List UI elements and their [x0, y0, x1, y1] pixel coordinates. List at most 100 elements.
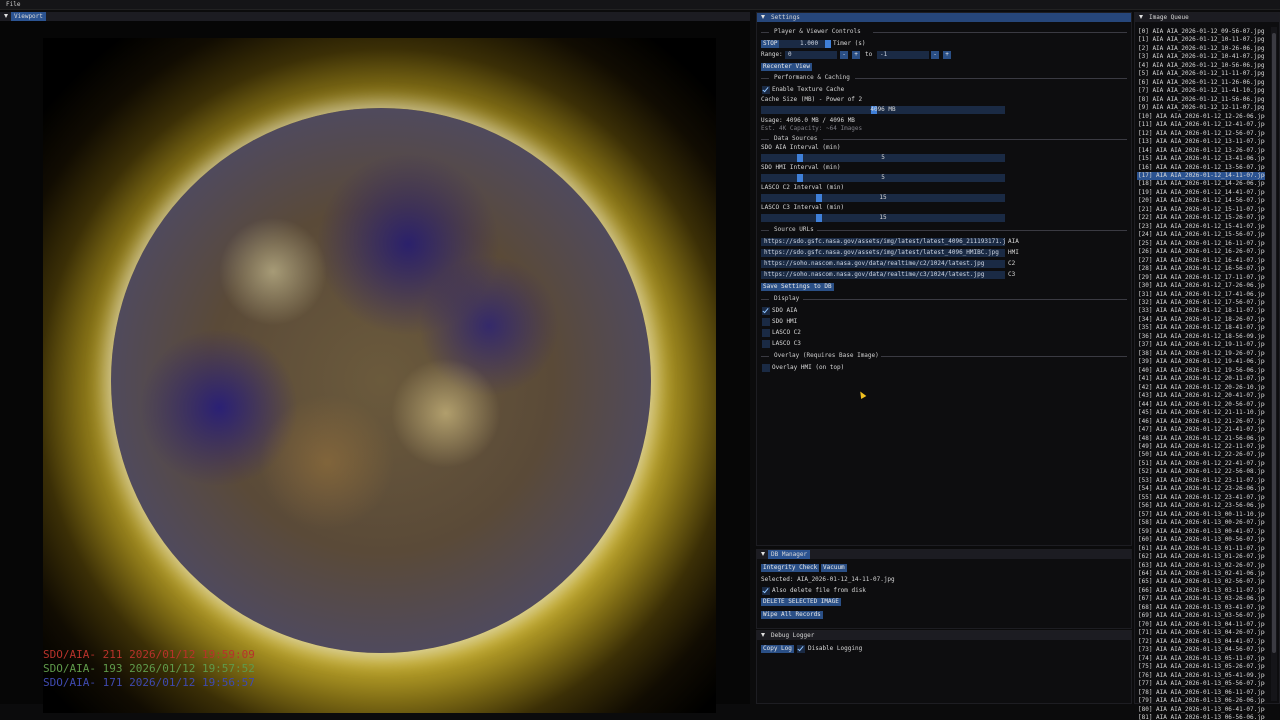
aia-interval-slider[interactable]: 5	[761, 154, 1005, 162]
queue-item[interactable]: [80] AIA AIA_2026-01-13_06-41-07.jpg	[1137, 706, 1265, 714]
wipe-records-button[interactable]: Wipe All Records	[761, 611, 823, 619]
queue-item[interactable]: [50] AIA AIA_2026-01-12_22-26-07.jpg	[1137, 451, 1265, 459]
queue-item[interactable]: [76] AIA AIA_2026-01-13_05-41-09.jpg	[1137, 672, 1265, 680]
range-to-plus-button[interactable]: +	[943, 51, 951, 59]
queue-item[interactable]: [21] AIA AIA_2026-01-12_15-11-07.jpg	[1137, 206, 1265, 214]
queue-item[interactable]: [7] AIA AIA_2026-01-12_11-41-10.jpg	[1137, 87, 1265, 95]
queue-item[interactable]: [20] AIA AIA_2026-01-12_14-56-07.jpg	[1137, 197, 1265, 205]
data-sources-header[interactable]: Data Sources	[761, 135, 1127, 143]
hmi-interval-slider[interactable]: 5	[761, 174, 1005, 182]
queue-item[interactable]: [75] AIA AIA_2026-01-13_05-26-07.jpg	[1137, 663, 1265, 671]
queue-item[interactable]: [33] AIA AIA_2026-01-12_18-11-07.jpg	[1137, 307, 1265, 315]
cache-size-slider[interactable]: 4096 MB	[761, 106, 1005, 114]
queue-item[interactable]: [6] AIA AIA_2026-01-12_11-26-06.jpg	[1137, 79, 1265, 87]
queue-item[interactable]: [14] AIA AIA_2026-01-12_13-26-07.jpg	[1137, 147, 1265, 155]
queue-item[interactable]: [45] AIA AIA_2026-01-12_21-11-10.jpg	[1137, 409, 1265, 417]
range-from-plus-button[interactable]: +	[852, 51, 860, 59]
queue-item[interactable]: [59] AIA AIA_2026-01-13_00-41-07.jpg	[1137, 528, 1265, 536]
timer-input[interactable]: 1.000	[779, 40, 829, 48]
queue-item[interactable]: [18] AIA AIA_2026-01-12_14-26-06.jpg	[1137, 180, 1265, 188]
queue-item[interactable]: [60] AIA AIA_2026-01-13_00-56-07.jpg	[1137, 536, 1265, 544]
range-to-minus-button[interactable]: -	[931, 51, 939, 59]
queue-item[interactable]: [34] AIA AIA_2026-01-12_18-26-07.jpg	[1137, 316, 1265, 324]
lasco-c2-checkbox[interactable]	[762, 329, 770, 337]
queue-item[interactable]: [38] AIA AIA_2026-01-12_19-26-07.jpg	[1137, 350, 1265, 358]
integrity-check-button[interactable]: Integrity Check	[761, 564, 820, 572]
queue-item[interactable]: [65] AIA AIA_2026-01-13_02-56-07.jpg	[1137, 578, 1265, 586]
queue-item[interactable]: [25] AIA AIA_2026-01-12_16-11-07.jpg	[1137, 240, 1265, 248]
c2-interval-slider[interactable]: 15	[761, 194, 1005, 202]
queue-item[interactable]: [37] AIA AIA_2026-01-12_19-11-07.jpg	[1137, 341, 1265, 349]
queue-item[interactable]: [55] AIA AIA_2026-01-12_23-41-07.jpg	[1137, 494, 1265, 502]
delete-selected-button[interactable]: DELETE SELECTED IMAGE	[761, 598, 841, 606]
queue-item[interactable]: [13] AIA AIA_2026-01-12_13-11-07.jpg	[1137, 138, 1265, 146]
lasco-c3-checkbox[interactable]	[762, 340, 770, 348]
collapse-arrow-icon[interactable]	[761, 552, 765, 556]
source-urls-header[interactable]: Source URLs	[761, 226, 1127, 234]
queue-item[interactable]: [24] AIA AIA_2026-01-12_15-56-07.jpg	[1137, 231, 1265, 239]
queue-item[interactable]: [52] AIA AIA_2026-01-12_22-56-08.jpg	[1137, 468, 1265, 476]
queue-item[interactable]: [79] AIA AIA_2026-01-13_06-26-06.jpg	[1137, 697, 1265, 705]
db-manager-titlebar[interactable]: DB Manager	[757, 550, 1131, 559]
c3-url-input[interactable]: https://soho.nascom.nasa.gov/data/realti…	[761, 271, 1005, 279]
queue-item[interactable]: [4] AIA AIA_2026-01-12_10-56-06.jpg	[1137, 62, 1265, 70]
sdo-hmi-checkbox[interactable]	[762, 318, 770, 326]
collapse-arrow-icon[interactable]	[1139, 15, 1143, 19]
sdo-aia-checkbox[interactable]	[762, 307, 770, 315]
queue-item[interactable]: [63] AIA AIA_2026-01-13_02-26-07.jpg	[1137, 562, 1265, 570]
queue-item[interactable]: [68] AIA AIA_2026-01-13_03-41-07.jpg	[1137, 604, 1265, 612]
collapse-arrow-icon[interactable]	[761, 633, 765, 637]
queue-item[interactable]: [56] AIA AIA_2026-01-12_23-56-06.jpg	[1137, 502, 1265, 510]
overlay-header[interactable]: Overlay (Requires Base Image)	[761, 352, 1127, 360]
queue-item[interactable]: [51] AIA AIA_2026-01-12_22-41-07.jpg	[1137, 460, 1265, 468]
queue-item[interactable]: [74] AIA AIA_2026-01-13_05-11-07.jpg	[1137, 655, 1265, 663]
queue-scrollbar-thumb[interactable]	[1272, 33, 1276, 653]
queue-item[interactable]: [11] AIA AIA_2026-01-12_12-41-07.jpg	[1137, 121, 1265, 129]
also-delete-checkbox[interactable]	[762, 587, 770, 595]
queue-item[interactable]: [8] AIA AIA_2026-01-12_11-56-06.jpg	[1137, 96, 1265, 104]
queue-item[interactable]: [30] AIA AIA_2026-01-12_17-26-06.jpg	[1137, 282, 1265, 290]
queue-item[interactable]: [16] AIA AIA_2026-01-12_13-56-07.jpg	[1137, 164, 1265, 172]
queue-item[interactable]: [73] AIA AIA_2026-01-13_04-56-07.jpg	[1137, 646, 1265, 654]
queue-item[interactable]: [28] AIA AIA_2026-01-12_16-56-07.jpg	[1137, 265, 1265, 273]
range-from-minus-button[interactable]: -	[840, 51, 848, 59]
solar-image-canvas[interactable]	[43, 38, 716, 713]
queue-item[interactable]: [64] AIA AIA_2026-01-13_02-41-06.jpg	[1137, 570, 1265, 578]
queue-item[interactable]: [23] AIA AIA_2026-01-12_15-41-07.jpg	[1137, 223, 1265, 231]
queue-item[interactable]: [81] AIA AIA_2026-01-13_06-56-06.jpg	[1137, 714, 1265, 720]
vacuum-button[interactable]: Vacuum	[821, 564, 847, 572]
queue-item[interactable]: [70] AIA AIA_2026-01-13_04-11-07.jpg	[1137, 621, 1265, 629]
queue-item[interactable]: [26] AIA AIA_2026-01-12_16-26-07.jpg	[1137, 248, 1265, 256]
queue-item[interactable]: [67] AIA AIA_2026-01-13_03-26-06.jpg	[1137, 595, 1265, 603]
queue-item[interactable]: [9] AIA AIA_2026-01-12_12-11-07.jpg	[1137, 104, 1265, 112]
queue-item[interactable]: [69] AIA AIA_2026-01-13_03-56-07.jpg	[1137, 612, 1265, 620]
queue-scrollbar[interactable]	[1271, 27, 1277, 701]
save-settings-button[interactable]: Save Settings to DB	[761, 283, 834, 291]
queue-item[interactable]: [40] AIA AIA_2026-01-12_19-56-06.jpg	[1137, 367, 1265, 375]
overlay-hmi-checkbox[interactable]	[762, 364, 770, 372]
settings-titlebar[interactable]: Settings	[757, 13, 1131, 22]
queue-item[interactable]: [46] AIA AIA_2026-01-12_21-26-07.jpg	[1137, 418, 1265, 426]
hmi-url-input[interactable]: https://sdo.gsfc.nasa.gov/assets/img/lat…	[761, 249, 1005, 257]
queue-item[interactable]: [1] AIA AIA_2026-01-12_10-11-07.jpg	[1137, 36, 1265, 44]
queue-item[interactable]: [48] AIA AIA_2026-01-12_21-56-06.jpg	[1137, 435, 1265, 443]
queue-item[interactable]: [54] AIA AIA_2026-01-12_23-26-06.jpg	[1137, 485, 1265, 493]
aia-url-input[interactable]: https://sdo.gsfc.nasa.gov/assets/img/lat…	[761, 238, 1005, 246]
recenter-view-button[interactable]: Recenter View	[761, 63, 812, 71]
queue-item[interactable]: [71] AIA AIA_2026-01-13_04-26-07.jpg	[1137, 629, 1265, 637]
queue-item[interactable]: [22] AIA AIA_2026-01-12_15-26-07.jpg	[1137, 214, 1265, 222]
viewport-titlebar[interactable]: Viewport	[0, 12, 750, 21]
queue-item[interactable]: [0] AIA AIA_2026-01-12_09-56-07.jpg	[1137, 28, 1265, 36]
c2-url-input[interactable]: https://soho.nascom.nasa.gov/data/realti…	[761, 260, 1005, 268]
menu-file[interactable]: File	[6, 1, 20, 9]
image-queue-titlebar[interactable]: Image Queue	[1135, 13, 1279, 22]
queue-item[interactable]: [58] AIA AIA_2026-01-13_00-26-07.jpg	[1137, 519, 1265, 527]
queue-item[interactable]: [43] AIA AIA_2026-01-12_20-41-07.jpg	[1137, 392, 1265, 400]
queue-item[interactable]: [53] AIA AIA_2026-01-12_23-11-07.jpg	[1137, 477, 1265, 485]
queue-item[interactable]: [5] AIA AIA_2026-01-12_11-11-07.jpg	[1137, 70, 1265, 78]
queue-item[interactable]: [3] AIA AIA_2026-01-12_10-41-07.jpg	[1137, 53, 1265, 61]
queue-item[interactable]: [39] AIA AIA_2026-01-12_19-41-06.jpg	[1137, 358, 1265, 366]
collapse-arrow-icon[interactable]	[4, 14, 8, 18]
queue-item[interactable]: [10] AIA AIA_2026-01-12_12-26-06.jpg	[1137, 113, 1265, 121]
range-to-input[interactable]: -1	[877, 51, 929, 59]
